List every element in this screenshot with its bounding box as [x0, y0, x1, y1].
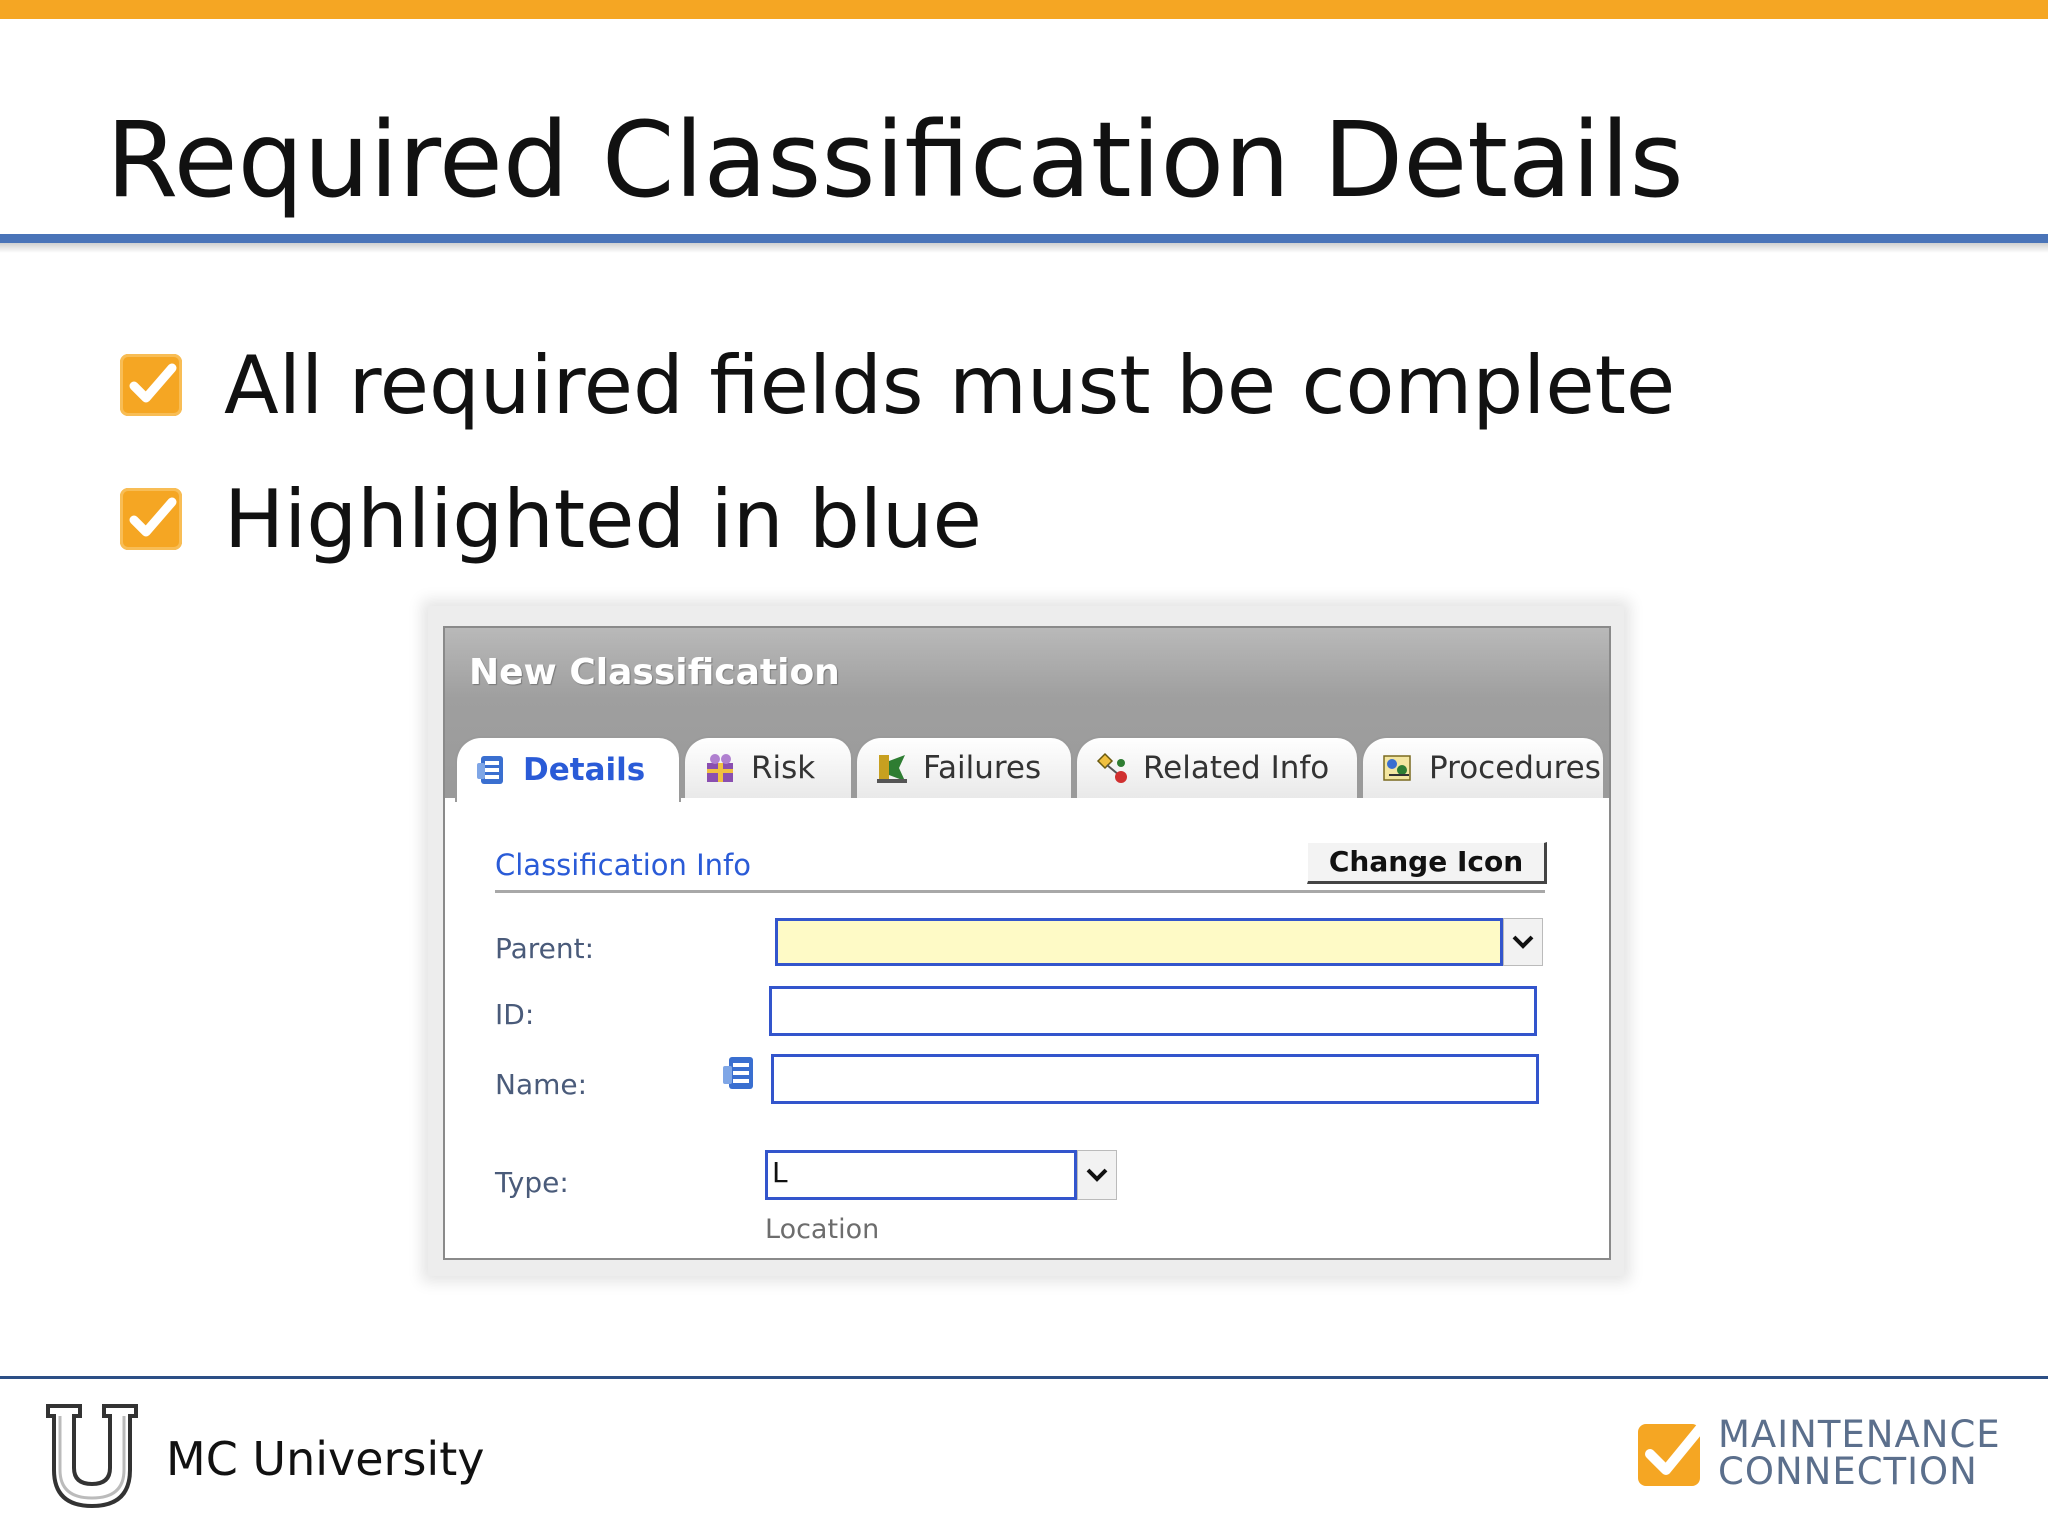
details-icon: [477, 756, 503, 784]
id-field[interactable]: [769, 986, 1537, 1036]
risk-icon: [707, 754, 733, 782]
title-divider-shadow: [0, 243, 2048, 253]
tab-procedures[interactable]: Procedures: [1361, 736, 1605, 798]
mc-university-logo: [46, 1404, 138, 1509]
parent-field[interactable]: [775, 918, 1503, 966]
type-dropdown-button[interactable]: [1077, 1150, 1117, 1200]
failures-icon: [877, 755, 907, 783]
bullet-list: All required fields must be complete Hig…: [120, 318, 1675, 586]
details-tab-content: Classification Info Change Icon Parent: …: [445, 798, 1609, 1258]
section-divider: [495, 890, 1545, 893]
parent-dropdown-button[interactable]: [1503, 918, 1543, 966]
type-caption: Location: [765, 1214, 880, 1245]
name-field[interactable]: [771, 1054, 1539, 1104]
change-icon-button[interactable]: Change Icon: [1307, 842, 1547, 884]
brand-line-1: MAINTENANCE: [1718, 1413, 2001, 1456]
footer-university: MC University: [166, 1432, 485, 1486]
classification-icon: [723, 1057, 753, 1089]
tab-related-info[interactable]: Related Info: [1075, 736, 1359, 798]
maintenance-connection-logo-text: MAINTENANCE CONNECTION: [1718, 1416, 2001, 1490]
bullet-item: Highlighted in blue: [120, 452, 1675, 586]
footer-divider: [0, 1376, 2048, 1379]
tab-label: Procedures: [1429, 750, 1601, 786]
dialog-title: New Classification: [469, 652, 840, 693]
checkbox-icon: [120, 488, 182, 550]
related-info-icon: [1096, 752, 1127, 783]
new-classification-dialog: New Classification Details Risk Failures…: [443, 626, 1611, 1260]
type-field[interactable]: L: [765, 1150, 1077, 1200]
title-divider: [0, 234, 2048, 243]
tab-label: Risk: [751, 750, 816, 786]
bullet-text: Highlighted in blue: [224, 472, 982, 566]
chevron-down-icon: [1086, 1168, 1108, 1182]
parent-label: Parent:: [495, 932, 595, 965]
chevron-down-icon: [1512, 935, 1534, 949]
bullet-text: All required fields must be complete: [224, 338, 1676, 432]
tab-risk[interactable]: Risk: [683, 736, 853, 798]
bullet-item: All required fields must be complete: [120, 318, 1675, 452]
slide-title: Required Classification Details: [106, 99, 1684, 221]
tab-failures[interactable]: Failures: [855, 736, 1073, 798]
checkbox-icon: [120, 354, 182, 416]
brand-line-2: CONNECTION: [1718, 1450, 1978, 1493]
id-label: ID:: [495, 998, 535, 1031]
tab-label: Failures: [923, 750, 1042, 786]
name-label: Name:: [495, 1068, 588, 1101]
section-title: Classification Info: [495, 848, 751, 882]
tab-details[interactable]: Details: [455, 736, 681, 802]
maintenance-connection-logo-icon: [1638, 1421, 1706, 1486]
type-label: Type:: [495, 1166, 569, 1199]
top-accent-bar: [0, 0, 2048, 19]
tab-bar: Details Risk Failures Related Info Proce…: [455, 736, 1605, 802]
procedures-icon: [1383, 755, 1411, 781]
tab-label: Related Info: [1143, 750, 1330, 786]
tab-label: Details: [523, 752, 646, 788]
